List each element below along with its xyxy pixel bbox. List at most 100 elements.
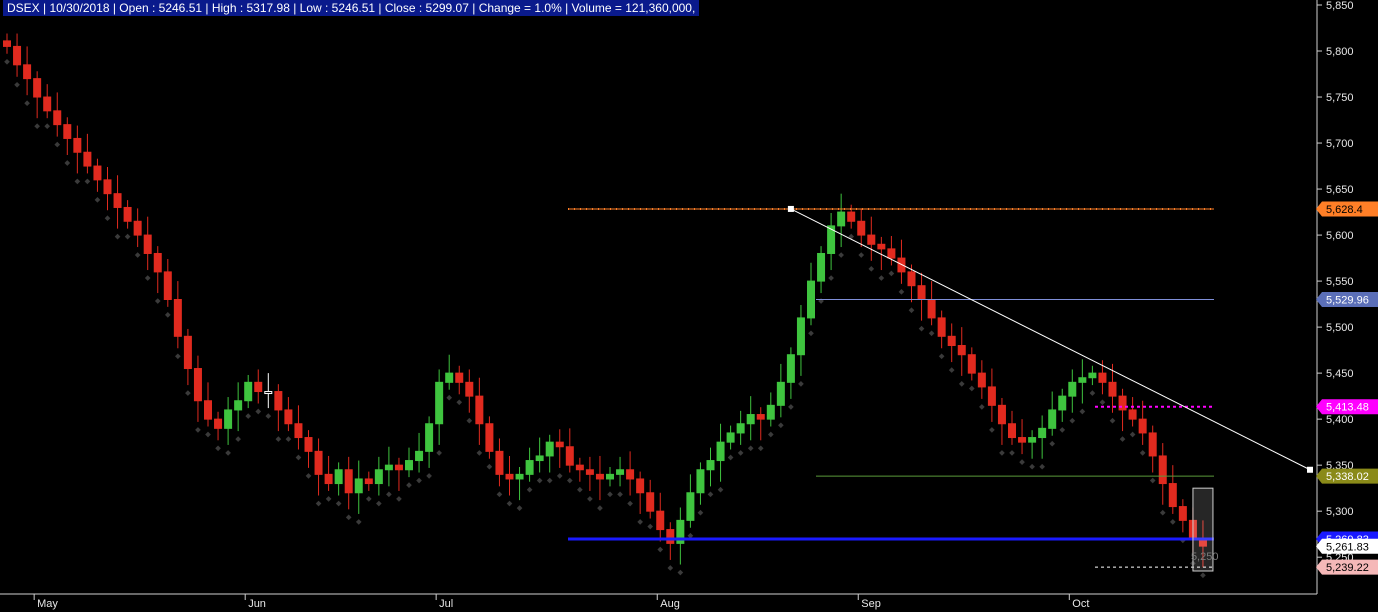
candle-body — [837, 211, 846, 227]
candle-body — [997, 404, 1006, 425]
candle-body — [123, 206, 132, 222]
info-bar: DSEX | 10/30/2018 | Open : 5246.51 | Hig… — [3, 0, 700, 16]
candle-body — [284, 409, 293, 425]
candle-body — [786, 354, 795, 383]
candle-body — [1078, 377, 1087, 383]
y-tick-label: 5,400 — [1326, 414, 1354, 426]
y-tick-label: 5,850 — [1326, 0, 1354, 12]
candle-body — [274, 391, 283, 411]
candle-body — [183, 335, 192, 370]
candle-body — [807, 280, 815, 319]
candle-body — [33, 78, 42, 98]
candle-body — [43, 96, 52, 112]
candle-body — [535, 455, 544, 462]
candle-body — [696, 469, 705, 494]
candle-body — [334, 469, 343, 485]
candle-body — [103, 179, 112, 195]
candle-body — [626, 469, 635, 480]
candle-body — [435, 381, 444, 425]
candle-body — [83, 151, 92, 167]
candle-body — [364, 478, 373, 485]
candle-body — [23, 64, 32, 80]
candle-body — [766, 404, 775, 420]
candle-body — [234, 400, 243, 411]
candle-body — [606, 473, 614, 480]
price-chart[interactable]: 5,850 5,800 5,750 5,700 5,650 5,600 5,550 5,500… — [0, 0, 1378, 612]
candle-body — [495, 450, 504, 475]
x-tick-label: Oct — [1072, 598, 1089, 610]
x-tick-label: Jun — [248, 598, 266, 610]
candle-body — [224, 409, 233, 429]
trendline-handle-end — [1307, 466, 1313, 473]
candle-body — [374, 469, 383, 485]
candle-body — [1108, 381, 1117, 397]
candle-body — [555, 441, 564, 448]
candle-body — [857, 220, 866, 236]
y-tick-label: 5,450 — [1326, 368, 1354, 380]
candle-body — [575, 464, 584, 471]
candle-body — [415, 450, 424, 462]
candle-body — [214, 418, 223, 429]
candle-body — [847, 211, 856, 222]
candle-body — [254, 381, 263, 393]
candle-body — [244, 381, 253, 402]
candle-body — [53, 110, 62, 126]
candle-body — [1048, 409, 1057, 429]
candle-body — [1168, 483, 1177, 508]
candle-body — [585, 469, 594, 475]
candle-body — [776, 381, 785, 406]
candle-body — [967, 354, 976, 374]
price-tag-label-magenta_level: 5,413.48 — [1326, 402, 1369, 414]
candle-body — [1018, 437, 1027, 443]
candle-body — [726, 432, 735, 443]
candle-body — [877, 243, 886, 250]
candle-body — [425, 423, 434, 452]
candle-body — [1028, 437, 1037, 443]
candle-body — [1068, 381, 1077, 397]
candle-body — [595, 473, 604, 480]
candle-body — [706, 460, 715, 471]
candle-body — [947, 335, 956, 347]
candle-body — [455, 372, 464, 383]
candle-body — [817, 252, 826, 282]
y-tick-label: 5,650 — [1326, 184, 1354, 196]
price-tag-label-band_upper: 5,529.96 — [1326, 295, 1369, 307]
price-tag-label-last_close: 5,261.83 — [1326, 541, 1369, 553]
x-tick-label: May — [37, 598, 58, 610]
candle-body — [505, 473, 514, 480]
candle-body — [1038, 427, 1047, 439]
candle-body — [465, 381, 474, 397]
x-tick-label: Jul — [439, 598, 453, 610]
candle-body — [907, 271, 916, 287]
candle-body — [1098, 372, 1107, 383]
hidden-tag: 5,250 — [1191, 551, 1219, 563]
candle-body — [143, 234, 152, 254]
candle-body — [1008, 423, 1016, 439]
candle-body — [746, 414, 755, 425]
candle-body — [917, 285, 926, 300]
candle-body — [173, 299, 182, 337]
candle-body — [93, 165, 102, 181]
candle-body — [314, 450, 323, 475]
y-tick-label: 5,600 — [1326, 230, 1354, 242]
candle-body — [394, 464, 403, 471]
candle-body — [1178, 506, 1187, 521]
candle-body — [3, 40, 11, 47]
candle-body — [204, 400, 212, 420]
candle-body — [887, 248, 896, 259]
candle-body — [304, 437, 313, 452]
candle-body — [485, 423, 494, 452]
candle-body — [63, 124, 72, 139]
candle-body — [686, 492, 695, 521]
candle-body — [616, 469, 625, 475]
y-tick-label: 5,700 — [1326, 138, 1354, 150]
x-tick-label: Aug — [660, 598, 680, 610]
candle-body — [515, 473, 524, 480]
candle-body — [113, 193, 122, 208]
candle-body — [163, 271, 172, 300]
candle-body — [796, 317, 805, 356]
price-tag-label-band_lower: 5,338.02 — [1326, 471, 1369, 483]
candle-body — [736, 423, 745, 434]
candle-body — [937, 317, 946, 337]
candle-body — [525, 460, 534, 475]
